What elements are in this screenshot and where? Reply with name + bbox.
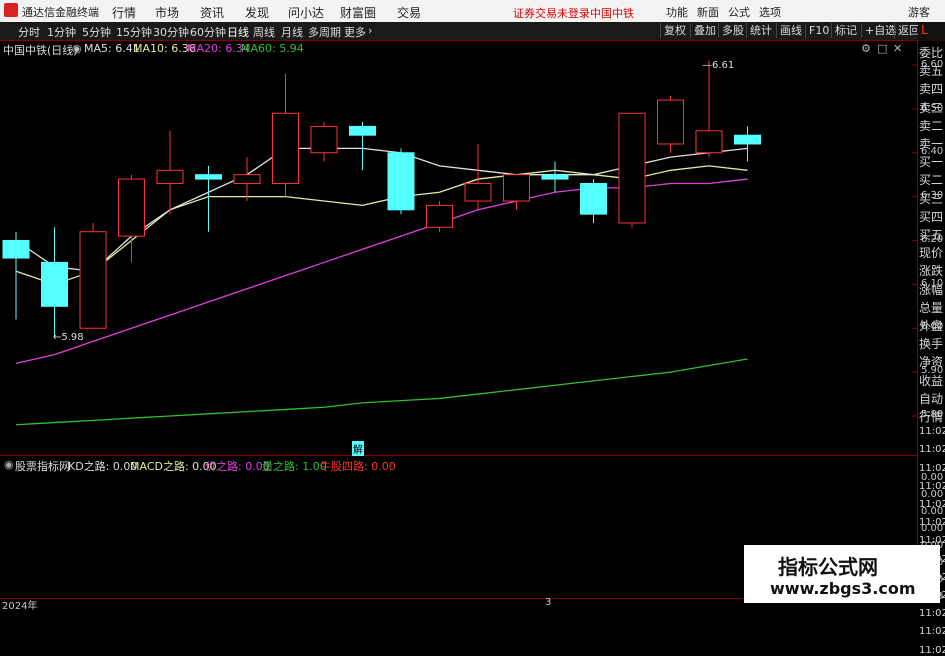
candle-body xyxy=(272,112,299,184)
right-panel-item[interactable]: 11:02 xyxy=(919,645,945,656)
candle[interactable] xyxy=(310,122,338,162)
right-panel-item[interactable]: 11:02 xyxy=(919,608,945,619)
right-panel-item[interactable]: 行情 xyxy=(919,408,943,425)
candle-body xyxy=(618,112,646,224)
candle[interactable] xyxy=(156,130,184,215)
candle-body xyxy=(464,182,492,202)
candle[interactable] xyxy=(233,157,261,202)
indicator-tick: 0.00 xyxy=(921,489,944,500)
right-panel-item[interactable]: 11:02 xyxy=(919,444,945,455)
candle-body xyxy=(503,174,530,202)
indicator-name[interactable]: 股票指标网 xyxy=(15,458,70,474)
right-panel-item[interactable]: 11:02 xyxy=(919,626,945,637)
candle[interactable] xyxy=(426,201,453,232)
right-panel-item[interactable]: 买五 xyxy=(919,226,943,243)
candle-body xyxy=(541,174,569,180)
high-price-value: 6.61 xyxy=(712,60,735,71)
candle-body xyxy=(41,261,68,307)
candle[interactable] xyxy=(2,231,30,320)
candle-body xyxy=(734,134,761,145)
candle-body xyxy=(657,99,684,145)
macd-label: MACD之路: 0.00 xyxy=(130,460,217,473)
candle-body xyxy=(387,152,415,211)
time-axis-start: 2024年 xyxy=(2,601,38,612)
candle[interactable] xyxy=(503,174,530,210)
candle[interactable] xyxy=(464,143,492,210)
right-panel-item[interactable]: 卖二 xyxy=(919,117,943,134)
candle-body xyxy=(426,204,453,228)
candle-body xyxy=(79,231,107,329)
candle[interactable] xyxy=(272,73,299,197)
right-panel-item[interactable]: 涨跌 xyxy=(919,262,943,279)
indicator-tick: 0.00 xyxy=(921,472,944,483)
right-panel-item[interactable]: 净资 xyxy=(919,353,943,370)
right-panel-item[interactable]: 买二 xyxy=(919,171,943,188)
candle-body xyxy=(156,169,184,184)
candle-body xyxy=(580,182,607,215)
candle[interactable] xyxy=(387,148,415,215)
candle[interactable] xyxy=(349,122,376,171)
watermark: 指标公式网 www.zbgs3.com xyxy=(744,545,940,603)
candle-body xyxy=(118,178,145,237)
right-panel-item[interactable]: 委比 xyxy=(919,44,943,61)
right-panel-item[interactable]: 涨幅 xyxy=(919,281,943,298)
candle[interactable] xyxy=(657,95,684,153)
low-price-value: 5.98 xyxy=(61,332,84,343)
right-panel-item[interactable]: 买一 xyxy=(919,153,943,170)
right-panel-header: L xyxy=(918,22,945,40)
candle[interactable] xyxy=(580,179,607,223)
right-panel-item[interactable]: 卖一 xyxy=(919,135,943,152)
right-panel-item[interactable]: 卖四 xyxy=(919,80,943,97)
candle[interactable] xyxy=(618,112,646,228)
indicator-icon[interactable]: ◉ xyxy=(4,458,14,471)
high-price-label: —6.61 xyxy=(702,60,735,71)
candle-body xyxy=(2,240,30,259)
candle[interactable] xyxy=(79,222,107,329)
time-axis-mid: 3 xyxy=(545,597,552,608)
right-panel-item[interactable]: 卖三 xyxy=(919,99,943,116)
candle-body xyxy=(695,130,723,154)
candle-body xyxy=(195,174,222,180)
candle-body xyxy=(349,125,376,136)
candle[interactable] xyxy=(41,227,68,338)
indicator-tick: 0.00 xyxy=(921,523,944,534)
right-panel-item[interactable]: 卖五 xyxy=(919,62,943,79)
candle-body xyxy=(233,174,261,184)
candle[interactable] xyxy=(118,174,145,263)
candle[interactable] xyxy=(195,165,222,232)
bull-road-label: 牛股四路: 0.00 xyxy=(320,460,396,473)
right-panel-item[interactable]: 自动 xyxy=(919,390,943,407)
right-panel-item[interactable]: 总量 xyxy=(919,299,943,316)
right-panel-item[interactable]: 买四 xyxy=(919,208,943,225)
low-price-label: ←5.98 xyxy=(53,332,84,343)
right-panel-item[interactable]: 现价 xyxy=(919,244,943,261)
candle[interactable] xyxy=(541,161,569,193)
candle-body xyxy=(310,125,338,154)
ma60-line xyxy=(15,358,748,426)
watermark-url: www.zbgs3.com xyxy=(770,579,916,598)
price-road-label: 价之路: 0.00 xyxy=(205,460,270,473)
kd-label: KD之路: 0.00 xyxy=(68,460,138,473)
indicator-tick: 0.00 xyxy=(921,506,944,517)
right-panel-item[interactable]: 外盘 xyxy=(919,317,943,334)
right-panel-item[interactable]: 11:02 xyxy=(919,426,945,437)
right-panel-item[interactable]: 买三 xyxy=(919,190,943,207)
event-marker-icon[interactable]: 解 xyxy=(352,441,364,456)
kline-chart xyxy=(0,40,918,600)
watermark-title: 指标公式网 xyxy=(778,555,878,579)
panel-tab-label[interactable]: L xyxy=(921,23,928,37)
volume-road-label: 量之路: 1.00 xyxy=(262,460,327,473)
right-panel-item[interactable]: 换手 xyxy=(919,335,943,352)
right-panel-item[interactable]: 收益 xyxy=(919,372,943,389)
candle[interactable] xyxy=(734,126,761,162)
candle[interactable] xyxy=(695,60,723,158)
